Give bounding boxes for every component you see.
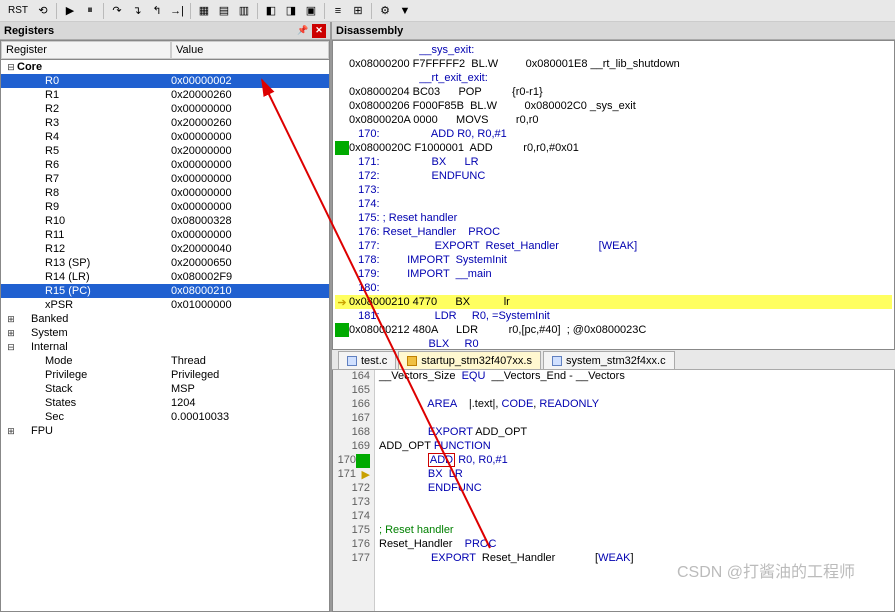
close-icon[interactable]: ✕	[312, 24, 326, 38]
tab-test-c[interactable]: test.c	[338, 351, 396, 369]
step-into-icon[interactable]: ↴	[128, 2, 146, 20]
file-icon	[552, 356, 562, 366]
toolbar-btn[interactable]: ▼	[396, 2, 414, 20]
registers-panel: Registers 📌 ✕ Register Value ⊟CoreR00x00…	[0, 22, 332, 612]
disassembly-title: Disassembly	[336, 25, 403, 37]
toolbar-btn[interactable]: ⟲	[34, 2, 52, 20]
tab-system-c[interactable]: system_stm32f4xx.c	[543, 351, 675, 369]
registers-header: Registers 📌 ✕	[0, 22, 330, 40]
toolbar-btn[interactable]: ⊞	[349, 2, 367, 20]
toolbar-btn[interactable]: ◧	[262, 2, 280, 20]
step-out-icon[interactable]: ↰	[148, 2, 166, 20]
disassembly-header: Disassembly	[332, 22, 895, 40]
toolbar-btn[interactable]: ▥	[235, 2, 253, 20]
toolbar-btn[interactable]: ⚙	[376, 2, 394, 20]
disassembly-view[interactable]: __sys_exit:0x08000200 F7FFFFF2 BL.W 0x08…	[332, 40, 895, 350]
file-icon	[347, 356, 357, 366]
toolbar-btn[interactable]: ▶	[61, 2, 79, 20]
col-register[interactable]: Register	[1, 41, 171, 59]
col-value[interactable]: Value	[171, 41, 329, 59]
tab-startup-s[interactable]: startup_stm32f407xx.s	[398, 351, 541, 369]
toolbar-btn[interactable]: ▣	[302, 2, 320, 20]
registers-title: Registers	[4, 25, 54, 37]
toolbar-btn[interactable]: ▦	[195, 2, 213, 20]
toolbar-btn[interactable]: ≡	[329, 2, 347, 20]
toolbar-btn[interactable]: ▤	[215, 2, 233, 20]
rst-label: RST	[4, 5, 32, 16]
source-editor[interactable]: 164165166167168169170171▶172173174175176…	[332, 370, 895, 612]
register-grid-header: Register Value	[0, 40, 330, 59]
pin-icon[interactable]: 📌	[296, 24, 310, 38]
main-toolbar: RST ⟲ ▶ ⏸ ↷ ↴ ↰ →| ▦ ▤ ▥ ◧ ◨ ▣ ≡ ⊞ ⚙ ▼	[0, 0, 895, 22]
register-tree[interactable]: ⊟CoreR00x00000002R10x20000260R20x0000000…	[0, 59, 330, 612]
toolbar-btn[interactable]: ◨	[282, 2, 300, 20]
step-over-icon[interactable]: ↷	[108, 2, 126, 20]
toolbar-btn[interactable]: ⏸	[81, 2, 99, 20]
source-tabs: test.c startup_stm32f407xx.s system_stm3…	[332, 350, 895, 370]
run-to-icon[interactable]: →|	[168, 2, 186, 20]
file-icon	[407, 356, 417, 366]
